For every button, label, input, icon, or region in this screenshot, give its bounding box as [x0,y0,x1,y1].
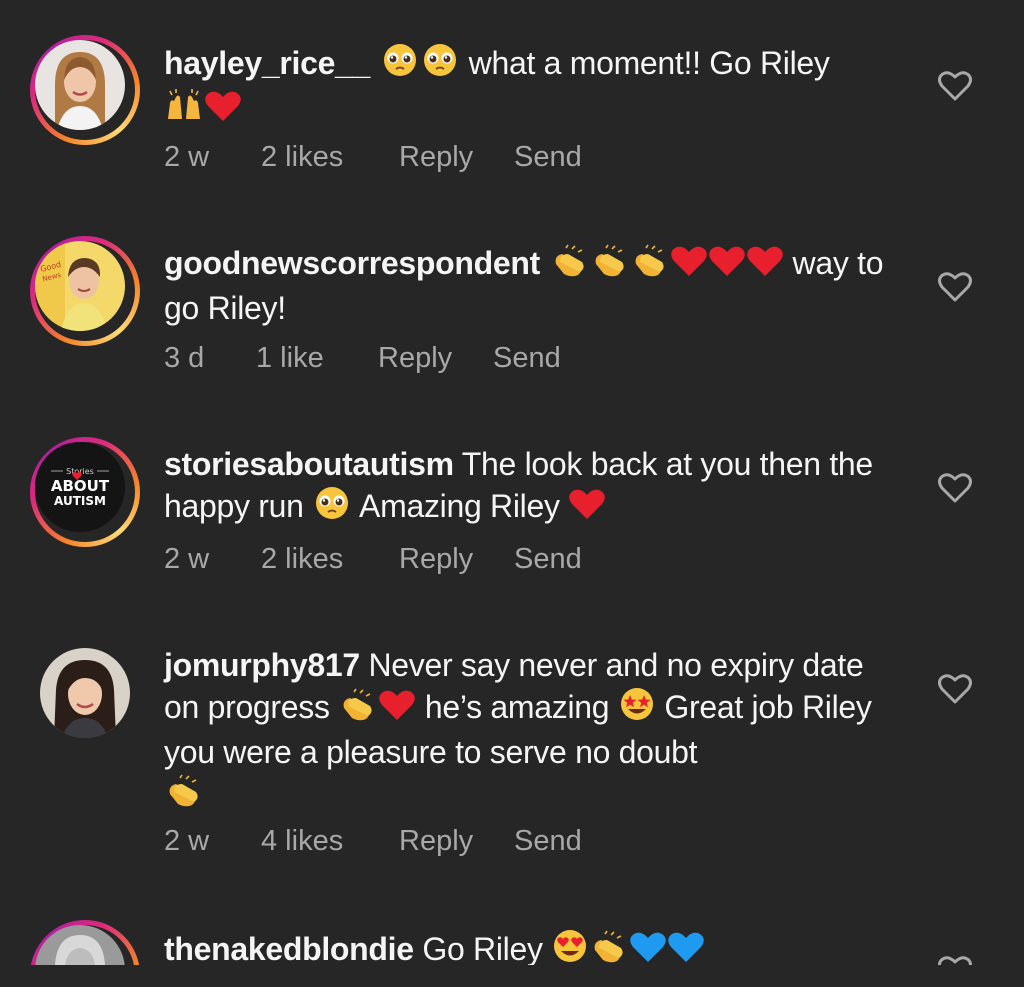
avatar-photo: Good News [35,241,125,331]
comment-likes-count[interactable]: 4 likes [261,825,399,858]
star-struck-icon [618,686,656,732]
avatar-photo [35,40,125,130]
avatar-photo [40,648,130,738]
comment-text: goodnewscorrespondent way to go Riley! [164,243,904,329]
comment-meta: 3 d 1 like Reply Send [164,342,561,375]
comment-text-segment: Amazing Riley [352,488,569,524]
comment-timestamp: 2 w [164,543,210,575]
comment-timestamp: 3 d [164,342,205,374]
comment-text-segment: he’s amazing [416,689,618,725]
like-heart-icon[interactable] [938,271,972,303]
red-heart-icon [708,244,746,288]
comment-username[interactable]: hayley_rice__ [164,45,370,81]
viewport-clip [0,965,1024,987]
comment-username[interactable]: jomurphy817 [164,647,360,683]
pleading-face-icon [312,485,352,531]
avatar[interactable]: Stories ABOUT AUTISM [30,437,140,547]
send-button[interactable]: Send [514,825,582,858]
comment-text-segment: what a moment!! Go Riley [460,45,830,81]
clapping-hands-icon [338,688,378,732]
avatar-photo: Stories ABOUT AUTISM [35,442,125,532]
like-heart-icon[interactable] [938,70,972,102]
comment-text: jomurphy817 Never say never and no expir… [164,645,904,818]
reply-button[interactable]: Reply [399,141,514,174]
comment-text-segment: Go Riley [413,931,552,967]
clapping-hands-icon [590,244,630,288]
reply-button[interactable]: Reply [399,543,514,576]
red-heart-icon [204,89,242,133]
comments-panel: hayley_rice__ what a moment!! Go Riley 2… [0,0,1024,987]
comment-username[interactable]: storiesaboutautism [164,446,454,482]
clapping-hands-icon [630,244,670,288]
like-heart-icon[interactable] [938,673,972,705]
comment-username[interactable]: thenakedblondie [164,931,414,967]
avatar[interactable] [30,35,140,145]
red-heart-icon [746,244,784,288]
comment-meta: 2 w 2 likes Reply Send [164,543,582,576]
red-heart-icon [670,244,708,288]
comment-text: storiesaboutautism The look back at you … [164,444,904,531]
red-heart-icon [568,487,606,531]
send-button[interactable]: Send [493,342,561,375]
comment-body: Go Riley [413,930,706,967]
avatar[interactable] [30,638,140,748]
red-heart-icon [378,688,416,732]
avatar[interactable]: Good News [30,236,140,346]
pleading-face-icon [380,42,420,88]
comment-likes-count[interactable]: 2 likes [261,141,399,174]
comment-timestamp: 2 w [164,825,210,857]
logo-text-bottom: AUTISM [54,494,106,508]
logo-text-mid: ABOUT [51,477,110,495]
comment-meta: 2 w 2 likes Reply Send [164,141,582,174]
reply-button[interactable]: Reply [399,825,514,858]
comment-likes-count[interactable]: 1 like [256,342,378,375]
comment-meta: 2 w 4 likes Reply Send [164,825,582,858]
comment-likes-count[interactable]: 2 likes [261,543,399,576]
send-button[interactable]: Send [514,543,582,576]
clapping-hands-icon [550,244,590,288]
clapping-hands-icon [164,774,204,818]
like-heart-icon[interactable] [938,472,972,504]
pleading-face-icon [420,42,460,88]
send-button[interactable]: Send [514,141,582,174]
comment-timestamp: 2 w [164,141,210,173]
raising-hands-icon [164,89,204,133]
comment-text: hayley_rice__ what a moment!! Go Riley [164,42,904,133]
reply-button[interactable]: Reply [378,342,493,375]
comment-username[interactable]: goodnewscorrespondent [164,245,540,281]
